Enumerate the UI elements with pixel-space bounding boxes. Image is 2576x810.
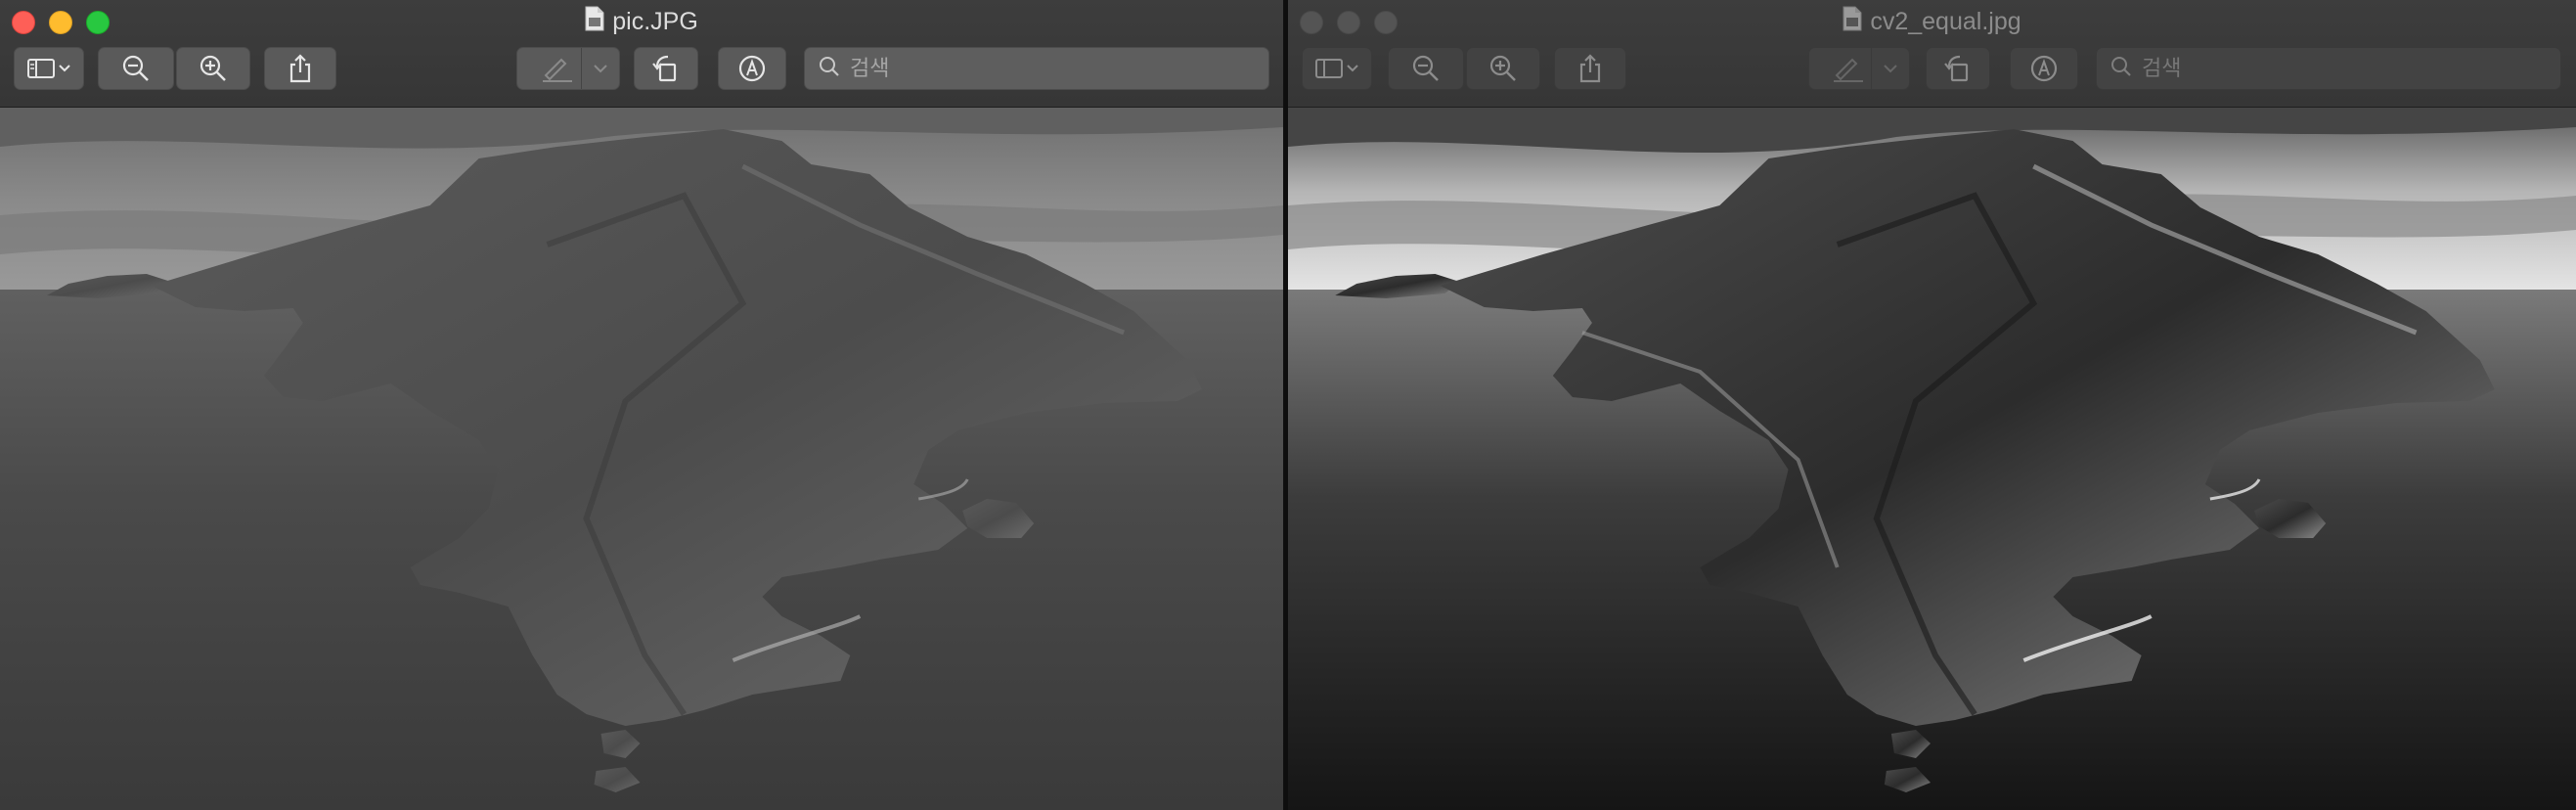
- sidebar-icon: [1313, 57, 1360, 80]
- image-canvas[interactable]: [0, 108, 1283, 810]
- rotate-left-icon: [651, 54, 681, 83]
- pen-icon: [540, 54, 575, 83]
- markup-circle-icon: [737, 54, 767, 83]
- share-icon: [1577, 54, 1603, 83]
- pen-icon: [1831, 54, 1866, 83]
- sidebar-button[interactable]: [14, 47, 84, 90]
- share-icon: [288, 54, 313, 83]
- chevron-down-icon[interactable]: [581, 48, 619, 89]
- toolbar: [1288, 47, 2576, 92]
- sidebar-icon: [25, 57, 72, 80]
- zoom-out-icon: [1411, 54, 1441, 83]
- window-title: pic.JPG: [0, 5, 1283, 40]
- window-title: cv2_equal.jpg: [1288, 5, 2576, 40]
- search-icon: [2110, 56, 2132, 82]
- zoom-in-icon: [199, 54, 228, 83]
- window-title-text: pic.JPG: [612, 8, 698, 35]
- search-input[interactable]: [2140, 55, 2535, 82]
- share-button[interactable]: [264, 47, 336, 90]
- markup-pen-button[interactable]: [516, 47, 620, 90]
- photo-equalized: [1288, 108, 2576, 810]
- preview-window-left[interactable]: pic.JPG: [0, 0, 1284, 810]
- zoom-out-button[interactable]: [1388, 47, 1464, 90]
- markup-button[interactable]: [718, 47, 786, 90]
- titlebar[interactable]: pic.JPG: [0, 0, 1283, 108]
- rotate-button[interactable]: [1926, 47, 1990, 90]
- search-field[interactable]: [804, 47, 1269, 90]
- share-button[interactable]: [1554, 47, 1626, 90]
- search-input[interactable]: [848, 55, 1243, 82]
- image-canvas[interactable]: [1288, 108, 2576, 810]
- document-icon: [585, 6, 604, 40]
- markup-pen-button[interactable]: [1808, 47, 1910, 90]
- zoom-in-icon: [1488, 54, 1518, 83]
- document-icon: [1843, 6, 1862, 40]
- sidebar-button[interactable]: [1302, 47, 1372, 90]
- zoom-out-button[interactable]: [98, 47, 174, 90]
- zoom-in-button[interactable]: [176, 47, 250, 90]
- zoom-in-button[interactable]: [1466, 47, 1540, 90]
- photo-original: [0, 108, 1283, 810]
- titlebar[interactable]: cv2_equal.jpg: [1288, 0, 2576, 108]
- rotate-button[interactable]: [634, 47, 698, 90]
- chevron-down-icon[interactable]: [1871, 48, 1909, 89]
- markup-button[interactable]: [2010, 47, 2078, 90]
- markup-circle-icon: [2029, 54, 2059, 83]
- zoom-out-icon: [121, 54, 151, 83]
- desktop: pic.JPG 검색 cv2_equal.jpg 검색: [0, 0, 2576, 810]
- window-title-text: cv2_equal.jpg: [1870, 8, 2021, 35]
- preview-window-right[interactable]: cv2_equal.jpg: [1288, 0, 2576, 810]
- rotate-left-icon: [1943, 54, 1973, 83]
- search-field[interactable]: [2096, 47, 2561, 90]
- search-icon: [819, 56, 840, 82]
- toolbar: [0, 47, 1283, 92]
